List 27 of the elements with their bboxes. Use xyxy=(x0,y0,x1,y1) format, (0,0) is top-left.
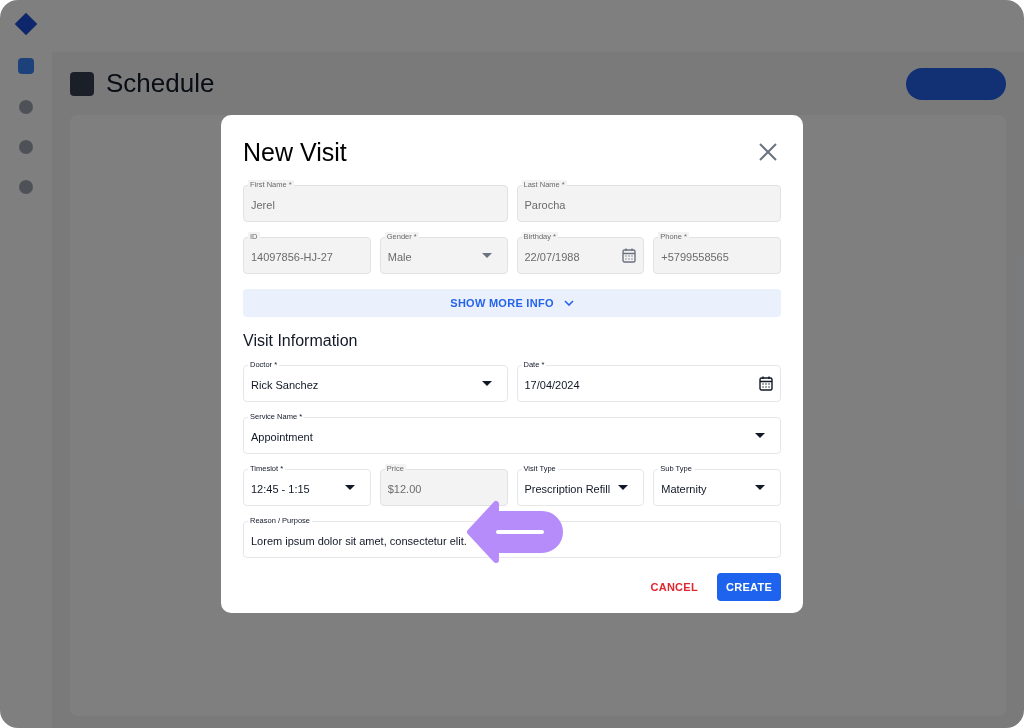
create-button[interactable]: CREATE xyxy=(716,573,781,601)
show-more-button[interactable]: SHOW MORE INFO xyxy=(243,289,781,317)
cancel-button[interactable]: CANCEL xyxy=(641,573,707,601)
field-value: Parocha xyxy=(524,197,567,213)
field-value: 22/07/1988 xyxy=(524,249,581,265)
field-value: +5799558565 xyxy=(661,249,730,265)
field-value: 14097856-HJ-27 xyxy=(251,249,334,265)
dropdown-caret-icon[interactable] xyxy=(755,485,765,490)
field-value: Male xyxy=(387,249,413,265)
field-value: 12:45 - 1:15 xyxy=(251,481,311,497)
field-value: Prescription Refill xyxy=(524,481,612,497)
field-value: Rick Sanchez xyxy=(251,377,320,393)
field-value: Jerel xyxy=(251,197,276,213)
field-value: 17/04/2024 xyxy=(524,377,581,393)
close-icon[interactable] xyxy=(759,143,777,161)
dialog-title: New Visit xyxy=(243,137,347,167)
section-title: Visit Information xyxy=(243,331,359,351)
field-value: Maternity xyxy=(661,481,708,497)
new-visit-button[interactable] xyxy=(906,67,1006,100)
dropdown-caret-icon[interactable] xyxy=(755,433,765,438)
dropdown-caret-icon[interactable] xyxy=(481,381,492,386)
page-title: Schedule xyxy=(106,67,215,100)
dropdown-caret-icon[interactable] xyxy=(344,485,355,490)
field-value: Lorem ipsum dolor sit amet, consectetur elit. xyxy=(251,533,468,549)
field-value: $12.00 xyxy=(387,481,423,497)
field-value: Appointment xyxy=(251,429,314,445)
dropdown-caret-icon[interactable] xyxy=(618,485,629,490)
